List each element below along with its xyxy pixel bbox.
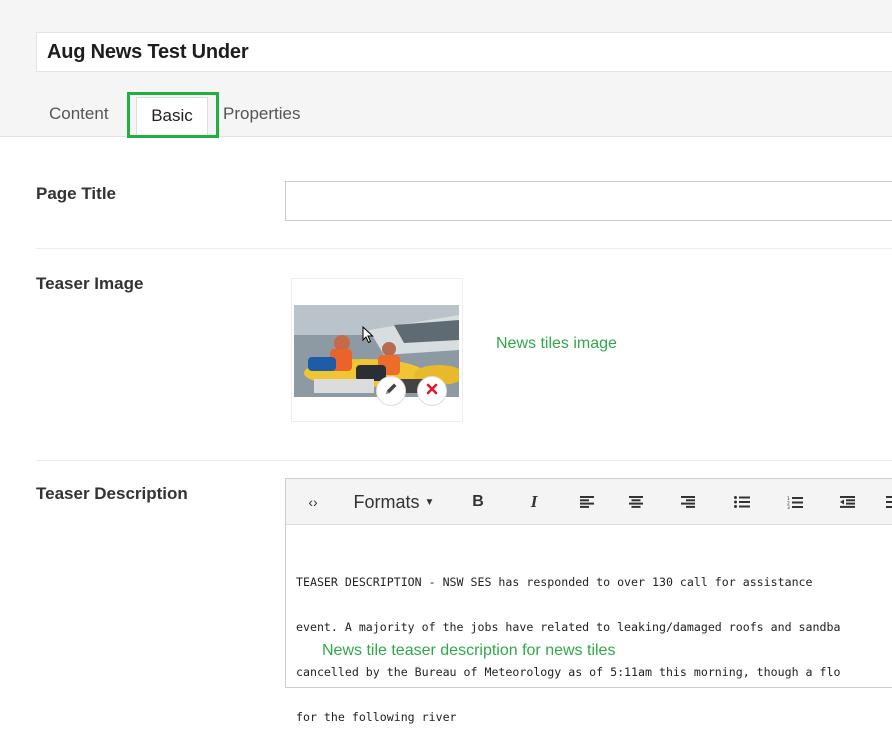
teaser-description-annotation: News tile teaser description for news ti… (322, 642, 616, 659)
tab-content[interactable]: Content (49, 104, 109, 124)
indent-icon[interactable] (884, 489, 892, 515)
code-icon[interactable]: ‹› (304, 489, 322, 515)
align-right-icon[interactable] (679, 489, 697, 515)
caret-down-icon: ▼ (424, 496, 435, 508)
edit-image-button[interactable] (376, 376, 406, 406)
teaser-image-annotation: News tiles image (496, 335, 617, 352)
editor-line: event. A majority of the jobs have relat… (296, 620, 841, 634)
align-center-icon[interactable] (627, 489, 645, 515)
page-title-label: Page Title (36, 184, 116, 203)
editor-line: TEASER DESCRIPTION - NSW SES has respond… (296, 575, 813, 589)
align-left-icon[interactable] (578, 489, 596, 515)
node-title-input[interactable]: Aug News Test Under (36, 32, 892, 72)
mouse-pointer-icon (362, 325, 374, 349)
teaser-description-label: Teaser Description (36, 484, 188, 503)
bold-icon[interactable]: B (470, 489, 486, 515)
remove-image-button[interactable] (417, 376, 447, 406)
formats-dropdown[interactable]: Formats ▼ (344, 489, 444, 515)
editor-toolbar: ‹› Formats ▼ B I 123 (286, 479, 892, 525)
bullet-list-icon[interactable] (732, 489, 752, 515)
italic-icon[interactable]: I (526, 489, 542, 515)
teaser-image-label: Teaser Image (36, 274, 144, 293)
editor-line: cancelled by the Bureau of Meteorology a… (296, 665, 841, 679)
svg-text:3: 3 (787, 505, 790, 509)
editor-line: for the following river (296, 710, 457, 724)
formats-label: Formats (353, 491, 420, 512)
tab-properties[interactable]: Properties (223, 104, 300, 124)
numbered-list-icon[interactable]: 123 (785, 489, 805, 515)
page-title-input[interactable] (285, 181, 892, 221)
divider (36, 248, 892, 249)
close-icon (426, 382, 438, 400)
divider (36, 460, 892, 461)
tab-highlight-box (127, 92, 219, 138)
pencil-icon (383, 381, 399, 402)
outdent-icon[interactable] (838, 489, 856, 515)
